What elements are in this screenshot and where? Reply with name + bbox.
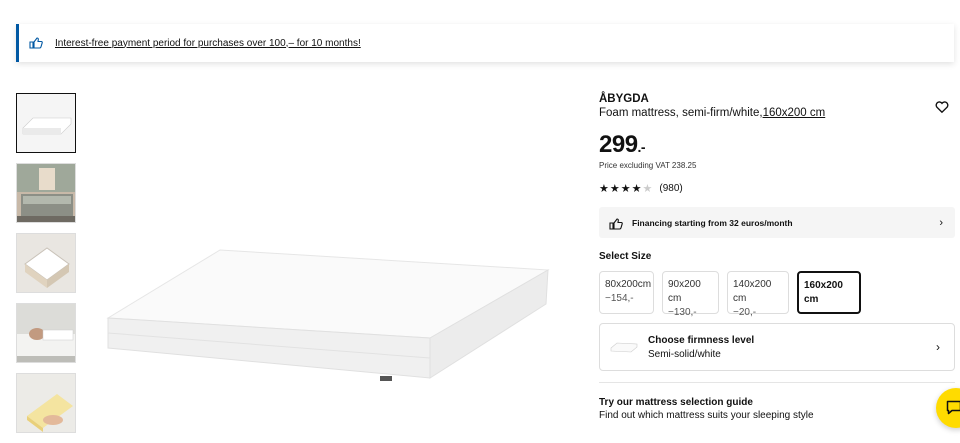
financing-banner[interactable]: Financing starting from 32 euros/month › [599,207,955,238]
select-size-label: Select Size [599,251,652,262]
thumbnail-sleeping-person[interactable] [16,303,76,363]
product-price: 299.- [599,131,955,159]
size-option-price: −20,- [733,307,757,318]
size-option-80x200[interactable]: 80x200cm −154,- [599,271,654,314]
size-option-label: 80x200cm [605,279,652,290]
star-icon: ★ [620,183,631,195]
size-option-label: 90x200 cm [668,279,701,304]
price-excluding-vat: Price excluding VAT 238.25 [599,161,697,170]
thumbnail-gallery [16,93,78,443]
price-value: 299 [599,131,638,158]
product-description: Foam mattress, semi-firm/white, [599,107,763,119]
product-main-image[interactable] [100,230,560,410]
firmness-text: Choose firmness level Semi-solid/white [648,335,754,360]
guide-title[interactable]: Try our mattress selection guide [599,397,955,408]
guide-subtitle: Find out which mattress suits your sleep… [599,410,814,421]
size-option-140x200[interactable]: 140x200 cm −20,- [727,271,789,318]
product-subtitle: Foam mattress, semi-firm/white,160x200 c… [599,107,955,119]
divider [599,382,955,383]
promo-banner-link[interactable]: Interest-free payment period for purchas… [55,38,361,49]
thumbnail-foam-detail[interactable] [16,373,76,433]
price-suffix: .- [637,139,646,155]
product-size-link[interactable]: 160x200 cm [763,107,826,119]
mattress-thumbnail [610,340,638,354]
promo-banner: Interest-free payment period for purchas… [16,24,954,62]
size-option-label: 140x200 cm [733,279,772,304]
thumbnail-mattress[interactable] [16,93,76,153]
heart-icon[interactable] [935,100,949,114]
size-option-price: −130,- [668,307,697,318]
product-brand: ÅBYGDA [599,93,649,105]
product-rating[interactable]: ★ ★ ★ ★ ★ (980) [599,182,955,195]
chevron-right-icon: › [939,216,943,229]
size-options: 80x200cm −154,- 90x200 cm −130,- 140x200… [599,271,955,318]
star-icon: ★ [599,183,609,195]
firmness-title: Choose firmness level [648,334,755,346]
star-icon: ★ [609,183,620,195]
thumbnail-layers[interactable] [16,233,76,293]
chat-icon [946,400,960,415]
firmness-selector[interactable]: Choose firmness level Semi-solid/white › [599,323,955,371]
thumbs-up-icon [29,36,45,50]
thumbs-up-icon [609,217,623,230]
size-option-label: 160x200 cm [804,280,843,305]
financing-text: Financing starting from 32 euros/month [632,217,793,228]
size-option-price: −154,- [605,293,634,304]
star-empty-icon: ★ [642,183,653,195]
firmness-value: Semi-solid/white [648,348,721,360]
size-option-90x200[interactable]: 90x200 cm −130,- [662,271,719,318]
star-icon: ★ [631,183,642,195]
review-count: (980) [659,183,683,194]
thumbnail-bedroom[interactable] [16,163,76,223]
size-option-160x200[interactable]: 160x200 cm [797,271,861,314]
chevron-right-icon: › [936,340,940,354]
product-info: ÅBYGDA Foam mattress, semi-firm/white,16… [599,93,955,421]
